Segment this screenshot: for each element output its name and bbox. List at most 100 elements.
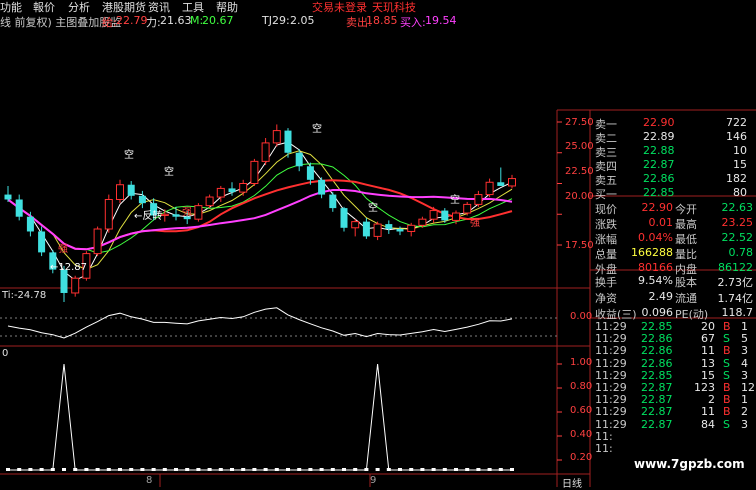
- price-tick-label: 20.00: [565, 191, 594, 202]
- period-label[interactable]: 日线: [562, 475, 582, 490]
- tick-time: 11:29: [595, 368, 627, 382]
- fundamental-label: 流通: [675, 292, 697, 305]
- tick-volume: 11: [701, 344, 715, 358]
- candle-body: [138, 195, 146, 204]
- stat-label: 量比: [675, 248, 697, 261]
- stat-value: 23.25: [721, 216, 754, 229]
- stat-value: 80166: [638, 261, 673, 274]
- order-book-row[interactable]: 卖三 22.88 10: [593, 144, 753, 159]
- tick-volume: 20: [701, 320, 715, 333]
- order-volume: 80: [733, 186, 747, 199]
- candle-body: [385, 224, 393, 230]
- order-book-row[interactable]: 卖二 22.89 146: [593, 130, 753, 145]
- candle-body: [71, 277, 80, 294]
- osc-label: Ti:-24.78: [2, 290, 47, 301]
- annotation-kong: 空: [450, 195, 460, 206]
- candle-body: [497, 182, 505, 186]
- order-book-row[interactable]: 买一 22.85 80: [593, 186, 753, 201]
- candle-body: [351, 221, 360, 229]
- annotation-kong: 空: [368, 203, 378, 214]
- fundamental-row: 净资 2.49 流通 1.74亿: [593, 290, 754, 305]
- tick-volume: 15: [701, 368, 715, 382]
- fundamental-label: 换手: [595, 276, 617, 289]
- stat-row: 总量 166288 量比 0.78: [593, 246, 754, 261]
- candle-body: [250, 160, 259, 184]
- tick-side: B: [723, 381, 731, 394]
- annotation-fanzhuan: ←反转: [134, 211, 163, 222]
- stat-label: 现价: [595, 203, 617, 216]
- candle-body: [15, 199, 23, 217]
- tick-count: 12: [741, 381, 755, 394]
- order-price: 22.89: [643, 130, 675, 143]
- candle-body: [329, 194, 337, 209]
- annotation-qiang: 强: [58, 244, 68, 255]
- candle-body: [194, 205, 203, 220]
- signal-tick-label: 0.80: [570, 381, 593, 392]
- tick-side: B: [723, 393, 731, 407]
- tick-volume: 123: [694, 381, 715, 394]
- candle-body: [38, 231, 46, 253]
- tick-price: 22.86: [641, 344, 673, 358]
- ma-line: [7, 163, 513, 254]
- tick-count: 1: [741, 320, 748, 333]
- candle-body: [116, 184, 124, 200]
- fundamental-row: 换手 9.54% 股本 2.73亿: [593, 274, 753, 289]
- tick-count: 2: [741, 405, 748, 419]
- annotation-qiang: 强: [470, 218, 480, 229]
- candle-body: [340, 208, 348, 228]
- stat-value: 22.90: [641, 201, 674, 214]
- tick-side: S: [723, 368, 730, 382]
- stat-value: 22.63: [721, 201, 754, 214]
- candle-body: [452, 212, 460, 221]
- order-price: 22.87: [643, 158, 675, 171]
- candle-body: [239, 183, 248, 193]
- candle-body: [407, 224, 416, 232]
- candle-body: [463, 203, 472, 214]
- tick-time: 11:29: [595, 356, 627, 370]
- fundamental-value: 118.7: [721, 306, 754, 319]
- order-volume: 10: [733, 144, 747, 157]
- stat-value: 0.01: [648, 216, 674, 229]
- candle-body: [306, 166, 314, 180]
- order-book-row[interactable]: 卖五 22.86 182: [593, 172, 753, 187]
- tick-time: 11:: [595, 442, 613, 455]
- order-volume: 182: [726, 172, 747, 185]
- order-book-row[interactable]: 卖一 22.90 722: [593, 116, 753, 131]
- candle-body: [429, 210, 438, 220]
- tick-time: 11:29: [595, 344, 627, 358]
- fundamental-value: 0.096: [641, 306, 674, 319]
- signal-tick-label: 0.20: [570, 452, 593, 463]
- price-tick-label: 25.00: [565, 141, 594, 152]
- tick-count: 3: [741, 368, 748, 382]
- watermark: www.7gpzb.com: [634, 457, 745, 471]
- annotation-qiang: 强: [182, 207, 192, 218]
- candle-body: [4, 194, 12, 200]
- price-tick-label: 22.50: [565, 166, 594, 177]
- signal-tick-label: 1.00: [570, 357, 593, 368]
- tick-side: B: [723, 344, 731, 358]
- tick-side: B: [723, 320, 731, 333]
- fundamental-value: 2.49: [648, 290, 674, 303]
- tick-side: S: [723, 417, 730, 431]
- stat-label: 今开: [675, 203, 697, 216]
- tick-side: S: [723, 356, 730, 370]
- candle-body: [93, 228, 102, 255]
- candle-body: [474, 194, 483, 205]
- tick-side: S: [723, 332, 730, 346]
- annotation-kong: 空: [312, 124, 322, 135]
- tick-price: 22.86: [641, 332, 673, 346]
- candle-body: [362, 221, 370, 237]
- candle-body: [172, 214, 180, 217]
- signal-tick-label: 0.40: [570, 429, 593, 440]
- candle-body: [373, 223, 382, 237]
- tick-count: 3: [741, 417, 748, 431]
- candle-body: [205, 196, 214, 207]
- tick-price: 22.85: [641, 320, 673, 333]
- stat-value: 0.78: [728, 246, 754, 259]
- tick-volume: 84: [701, 417, 715, 431]
- fundamental-label: 净资: [595, 292, 617, 305]
- tick-row[interactable]: 11:: [593, 442, 753, 456]
- fundamental-value: 1.74亿: [717, 292, 754, 305]
- order-book-row[interactable]: 卖四 22.87 15: [593, 158, 753, 173]
- signal-label: 0: [2, 348, 9, 359]
